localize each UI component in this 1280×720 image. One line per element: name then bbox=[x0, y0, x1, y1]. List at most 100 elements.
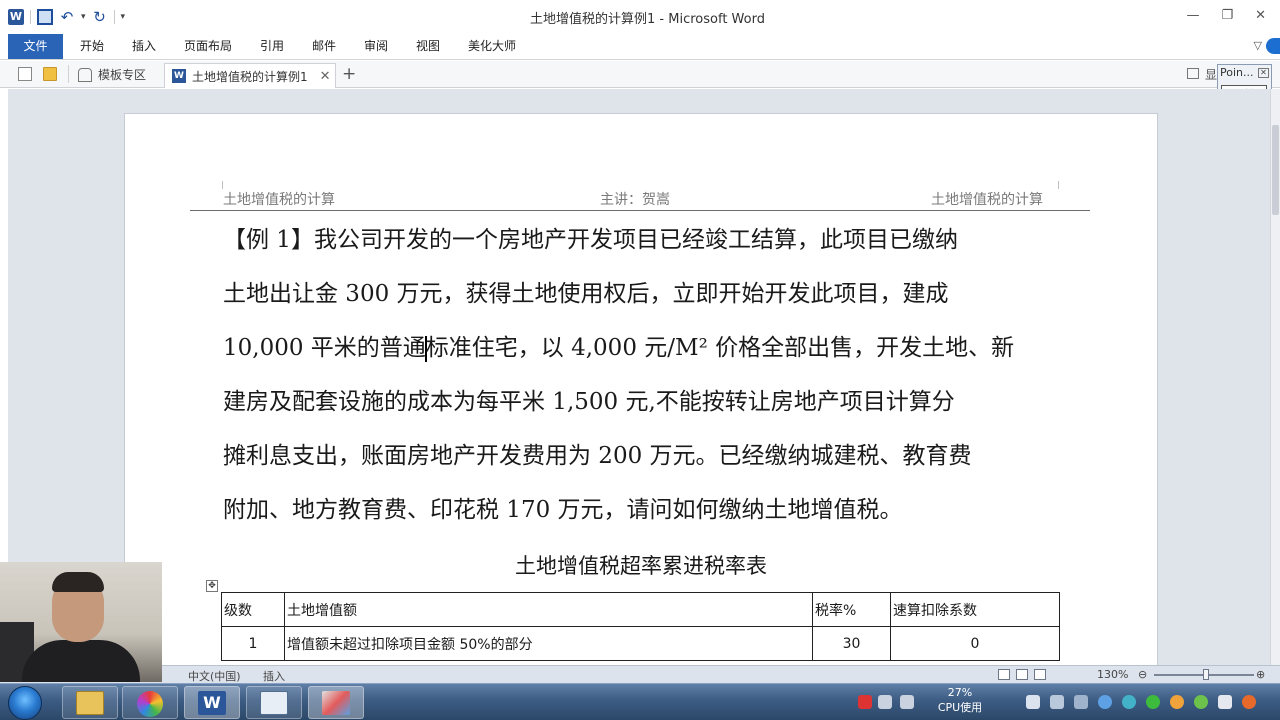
full-screen-view-icon[interactable] bbox=[1016, 669, 1028, 680]
language-indicator[interactable]: 中文(中国) bbox=[188, 668, 241, 684]
header-right: 土地增值税的计算 bbox=[931, 192, 1043, 208]
tab-page-layout[interactable]: 页面布局 bbox=[184, 34, 232, 59]
template-zone-tab[interactable]: 模板专区 bbox=[78, 66, 146, 83]
close-tab-icon[interactable]: ✕ bbox=[320, 69, 331, 84]
paragraph-line: 附加、地方教育费、印花税 170 万元，请问如何缴纳土地增值税。 bbox=[223, 497, 903, 523]
webcam-presenter-body bbox=[22, 640, 140, 682]
crop-mark bbox=[222, 181, 223, 189]
taskbar-explorer[interactable] bbox=[62, 686, 118, 719]
reader-icon bbox=[260, 691, 288, 715]
table-header-cell: 税率% bbox=[812, 592, 891, 627]
table-title: 土地增值税超率累进税率表 bbox=[515, 554, 767, 578]
webcam-overlay bbox=[0, 562, 162, 682]
vertical-scrollbar[interactable] bbox=[1270, 89, 1280, 665]
input-method-icon[interactable] bbox=[858, 695, 872, 709]
status-bar: 中文(中国) 插入 130% ⊖ ⊕ bbox=[0, 665, 1280, 683]
tray-app-icon[interactable] bbox=[1074, 695, 1088, 709]
tab-mailings[interactable]: 邮件 bbox=[312, 34, 336, 59]
strip-separator bbox=[68, 65, 69, 83]
tab-insert[interactable]: 插入 bbox=[132, 34, 156, 59]
pointofix-title: Poin... bbox=[1220, 66, 1254, 79]
taskbar: W 27% CPU使用 bbox=[0, 683, 1280, 720]
table-move-handle-icon[interactable]: ✥ bbox=[206, 580, 218, 592]
paragraph-line: 【例 1】我公司开发的一个房地产开发项目已经竣工结算，此项目已缴纳 bbox=[223, 227, 958, 253]
crop-mark bbox=[1058, 181, 1059, 189]
insert-mode-indicator[interactable]: 插入 bbox=[263, 668, 285, 684]
header-left: 土地增值税的计算 bbox=[223, 192, 335, 208]
display-label[interactable]: 显 bbox=[1205, 66, 1217, 83]
paragraph-line: 建房及配套设施的成本为每平米 1,500 元,不能按转让房地产项目计算分 bbox=[223, 389, 955, 415]
paragraph-line-with-caret: 10,000 平米的普通标准住宅，以 4,000 元/M² 价格全部出售，开发土… bbox=[223, 321, 1063, 375]
ribbon-collapse-icon[interactable]: ▽ bbox=[1254, 39, 1262, 52]
taskbar-pointofix[interactable] bbox=[308, 686, 364, 719]
new-tab-icon[interactable]: + bbox=[342, 64, 356, 84]
minimize-button[interactable]: — bbox=[1186, 8, 1199, 23]
pointofix-icon bbox=[322, 691, 350, 715]
zoom-slider-thumb[interactable] bbox=[1203, 669, 1209, 680]
tax-rate-table[interactable]: 级数 土地增值额 税率% 速算扣除系数 1 增值额未超过扣除项目金额 50%的部… bbox=[221, 592, 1060, 661]
paragraph-line: 摊利息支出，账面房地产开发费用为 200 万元。已经缴纳城建税、教育费 bbox=[223, 443, 972, 469]
tab-view[interactable]: 视图 bbox=[416, 34, 440, 59]
pointofix-close-icon[interactable]: ✕ bbox=[1258, 68, 1269, 78]
zoom-in-icon[interactable]: ⊕ bbox=[1256, 668, 1265, 681]
table-header-cell: 速算扣除系数 bbox=[890, 592, 1060, 627]
tab-beautify-master[interactable]: 美化大师 bbox=[468, 34, 516, 59]
open-folder-icon[interactable] bbox=[43, 67, 57, 81]
tab-home[interactable]: 开始 bbox=[80, 34, 104, 59]
tray-app-icon[interactable] bbox=[1098, 695, 1112, 709]
zoom-level[interactable]: 130% bbox=[1097, 668, 1128, 681]
table-header-cell: 级数 bbox=[221, 592, 285, 627]
table-cell: 30 bbox=[812, 626, 891, 661]
taskbar-word[interactable]: W bbox=[184, 686, 240, 719]
webcam-presenter-hair bbox=[52, 572, 104, 592]
document-tab-strip: 模板专区 W 土地增值税的计算例1 ✕ + 显 bbox=[0, 61, 1280, 88]
print-layout-view-icon[interactable] bbox=[998, 669, 1010, 680]
taskbar-color-app[interactable] bbox=[122, 686, 178, 719]
line-before-caret: 10,000 平米的普通 bbox=[223, 335, 426, 361]
zoom-out-icon[interactable]: ⊖ bbox=[1138, 668, 1147, 681]
tab-file[interactable]: 文件 bbox=[8, 34, 63, 59]
tab-review[interactable]: 审阅 bbox=[364, 34, 388, 59]
cpu-label: CPU使用 bbox=[937, 701, 983, 714]
word-document-icon: W bbox=[172, 69, 186, 83]
paragraph-line: 土地出让金 300 万元，获得土地使用权后，立即开始开发此项目，建成 bbox=[223, 281, 949, 307]
start-button[interactable] bbox=[8, 686, 42, 720]
help-icon[interactable] bbox=[1266, 38, 1280, 54]
example-paragraph[interactable]: 【例 1】我公司开发的一个房地产开发项目已经竣工结算，此项目已缴纳 土地出让金 … bbox=[223, 213, 1063, 537]
ime-settings-icon[interactable] bbox=[900, 695, 914, 709]
tray-app-icon[interactable] bbox=[1170, 695, 1184, 709]
tab-references[interactable]: 引用 bbox=[260, 34, 284, 59]
window-title: 土地增值税的计算例1 - Microsoft Word bbox=[530, 12, 765, 27]
web-layout-view-icon[interactable] bbox=[1034, 669, 1046, 680]
keyboard-icon[interactable] bbox=[878, 695, 892, 709]
table-cell: 1 bbox=[221, 626, 285, 661]
network-icon[interactable] bbox=[1026, 695, 1040, 709]
header-rule bbox=[190, 210, 1090, 211]
tray-app-icon[interactable] bbox=[1122, 695, 1136, 709]
table-cell: 0 bbox=[890, 626, 1060, 661]
cpu-meter: 27% CPU使用 bbox=[928, 684, 992, 720]
cpu-percent: 27% bbox=[947, 686, 973, 699]
vertical-scroll-thumb[interactable] bbox=[1272, 125, 1279, 215]
table-header-row: 级数 土地增值额 税率% 速算扣除系数 bbox=[221, 592, 1060, 627]
word-icon: W bbox=[198, 691, 226, 715]
restore-window-icon[interactable] bbox=[1187, 68, 1199, 79]
maximize-button[interactable]: ❐ bbox=[1221, 8, 1233, 23]
wechat-icon[interactable] bbox=[1146, 695, 1160, 709]
active-document-tab[interactable]: W 土地增值税的计算例1 ✕ bbox=[164, 63, 336, 88]
ribbon-tabs: 文件 开始 插入 页面布局 引用 邮件 审阅 视图 美化大师 ▽ bbox=[0, 34, 1280, 60]
tray-app-icon[interactable] bbox=[1242, 695, 1256, 709]
template-zone-label: 模板专区 bbox=[98, 68, 147, 82]
table-row: 1 增值额未超过扣除项目金额 50%的部分 30 0 bbox=[221, 626, 1060, 661]
volume-icon[interactable] bbox=[1218, 695, 1232, 709]
tray-app-icon[interactable] bbox=[1194, 695, 1208, 709]
close-button[interactable]: ✕ bbox=[1255, 8, 1266, 23]
window-controls: — ❐ ✕ bbox=[1186, 8, 1266, 23]
table-cell: 增值额未超过扣除项目金额 50%的部分 bbox=[284, 626, 813, 661]
new-document-icon[interactable] bbox=[18, 67, 32, 81]
active-document-label: 土地增值税的计算例1 bbox=[192, 69, 308, 84]
taskbar-reader[interactable] bbox=[246, 686, 302, 719]
folder-icon bbox=[76, 691, 104, 715]
tray-app-icon[interactable] bbox=[1050, 695, 1064, 709]
home-icon bbox=[78, 67, 92, 82]
